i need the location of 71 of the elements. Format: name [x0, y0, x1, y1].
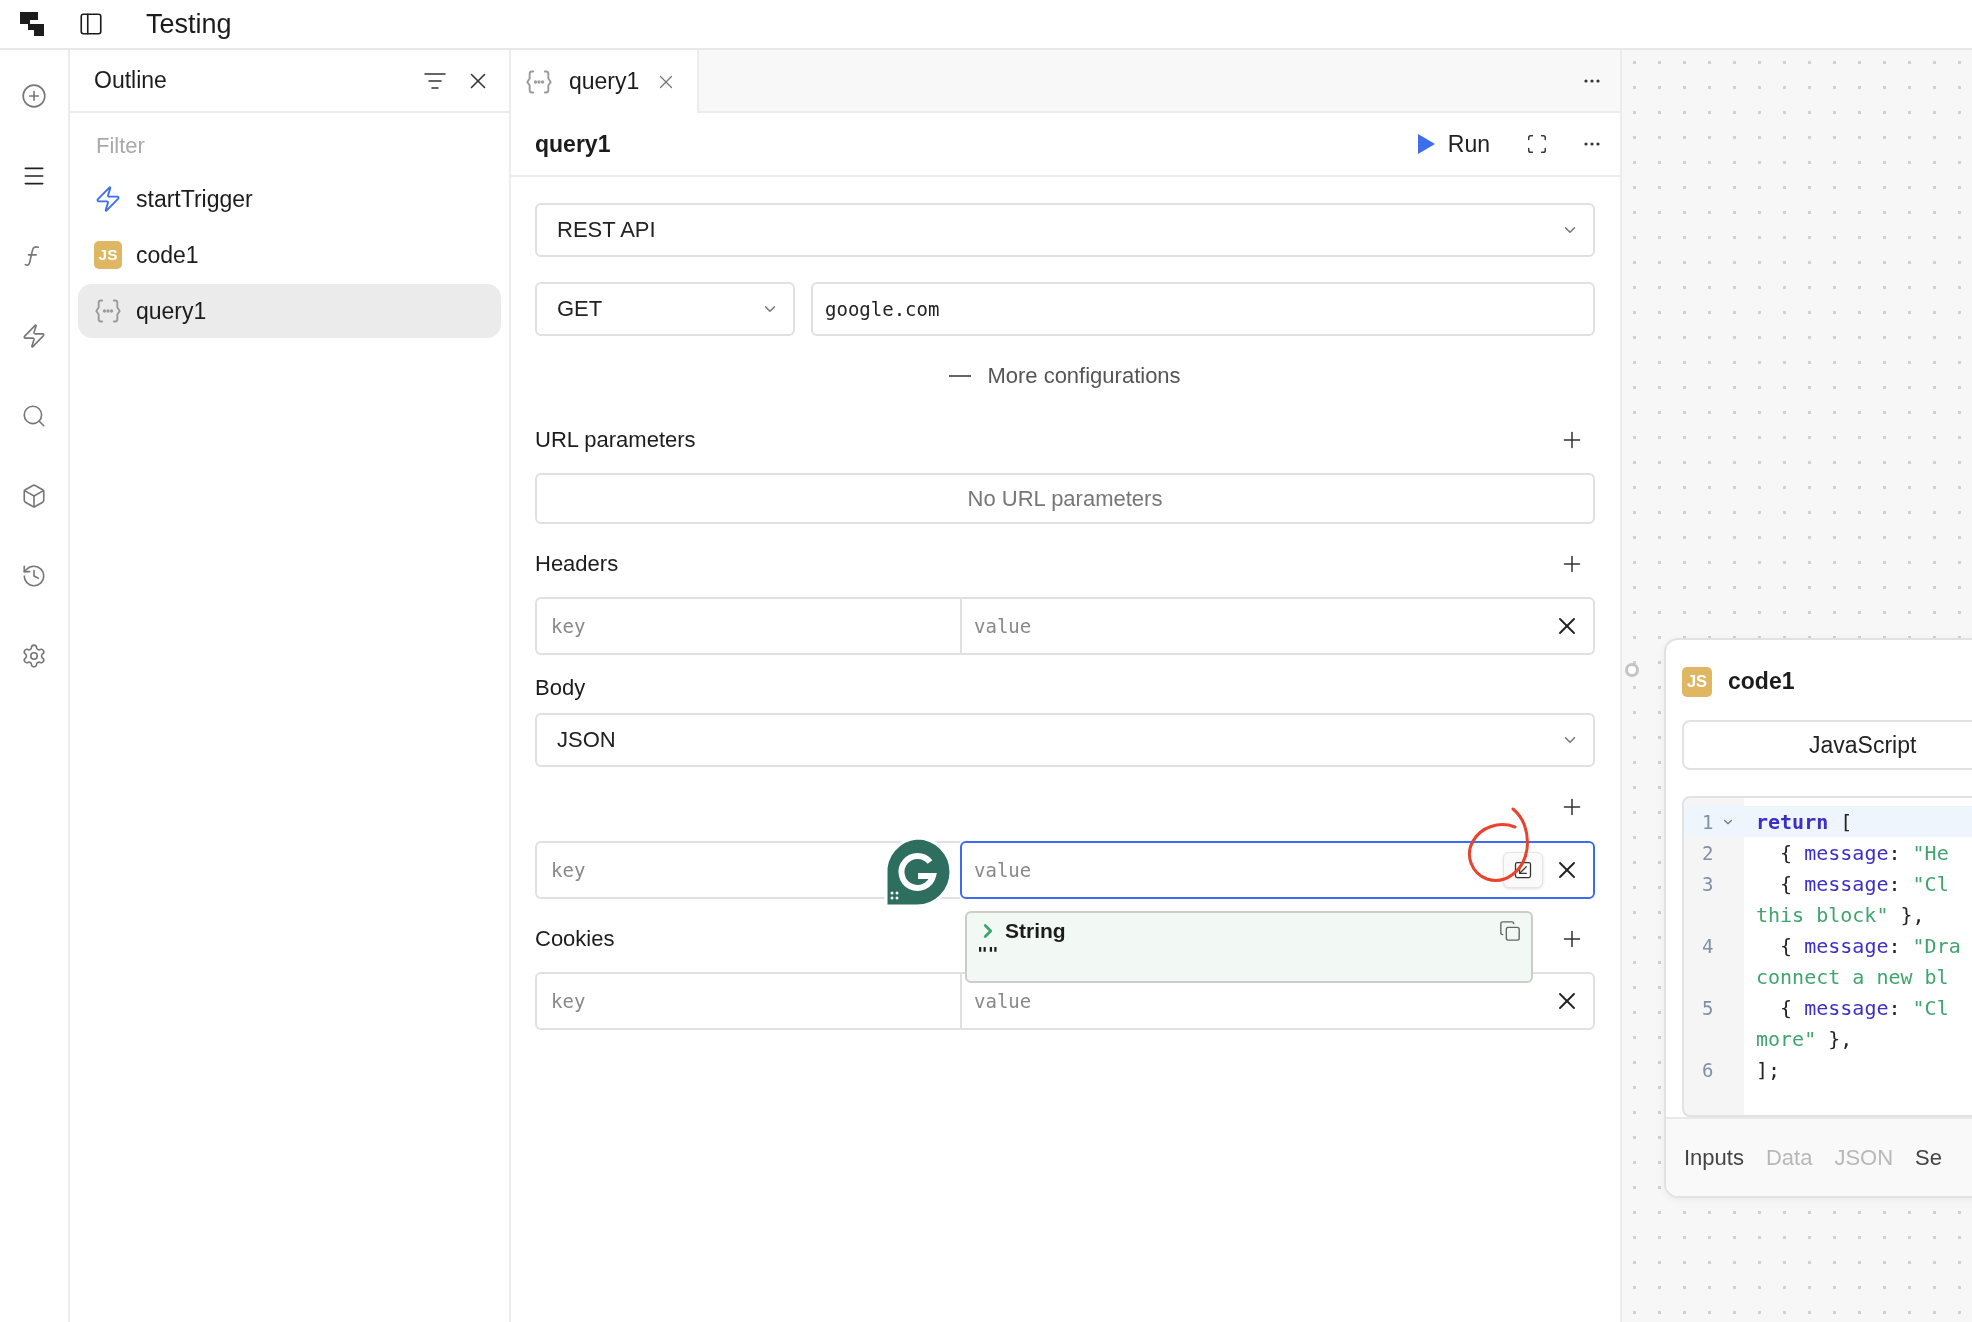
- outline-item[interactable]: JS code1: [78, 228, 501, 282]
- sidebar-toggle-icon[interactable]: [78, 11, 104, 37]
- line-number: 3: [1702, 872, 1714, 895]
- line-number: 2: [1702, 841, 1714, 864]
- js-badge: JS: [1682, 667, 1712, 697]
- query-title: query1: [535, 130, 612, 158]
- card-title: code1: [1728, 668, 1795, 696]
- more-configurations-button[interactable]: More configurations: [535, 336, 1595, 416]
- search-icon: [21, 403, 47, 429]
- code-line: { message: "Cl: [1779, 871, 1949, 896]
- section-label: Headers: [535, 551, 619, 577]
- fullscreen-icon: [1526, 133, 1548, 155]
- code-line: more" },: [1755, 1026, 1853, 1051]
- code-line: { message: "Dra: [1779, 933, 1961, 958]
- value-type: String: [1005, 919, 1067, 943]
- panel-title: Outline: [94, 67, 168, 94]
- code-line: return [: [1755, 809, 1853, 834]
- add-icon: [21, 83, 47, 109]
- section-label: Body: [535, 675, 586, 701]
- url-field[interactable]: google.com: [811, 282, 1595, 336]
- code-line: ];: [1755, 1057, 1781, 1082]
- code-line: connect a new bl: [1755, 964, 1949, 989]
- play-icon: [1415, 133, 1436, 155]
- minus-icon: [949, 375, 972, 377]
- item-label: code1: [136, 241, 199, 269]
- editor-tab[interactable]: query1: [511, 50, 700, 113]
- code-line: { message: "Cl: [1779, 995, 1949, 1020]
- empty-message: No URL parameters: [535, 473, 1595, 524]
- outline-item[interactable]: startTrigger: [78, 172, 501, 226]
- filter-field[interactable]: Filter: [94, 127, 501, 165]
- item-label: startTrigger: [136, 185, 253, 213]
- fullscreen-button[interactable]: [1526, 133, 1548, 155]
- history-icon: [21, 563, 47, 589]
- copy-button[interactable]: [1499, 920, 1521, 942]
- body-type-select[interactable]: JSON: [535, 713, 1595, 767]
- outline-item[interactable]: query1: [78, 284, 501, 338]
- method-select[interactable]: GET: [535, 282, 795, 336]
- language-select[interactable]: JavaScript: [1682, 720, 1972, 771]
- item-label: query1: [136, 297, 207, 325]
- key-field[interactable]: key: [535, 597, 960, 655]
- key-field[interactable]: key: [535, 841, 960, 899]
- app-title: Testing: [146, 8, 232, 40]
- tab-label: query1: [569, 68, 640, 95]
- line-number: 5: [1702, 996, 1714, 1019]
- code-editor[interactable]: 1 return [ 2 { message: "He 3 { message: "Cl this block" }, 4 { message: "Dra connect a new bl 5 { message: "Cl more" }, 6 ];: [1682, 796, 1972, 1118]
- expand-button[interactable]: [1503, 852, 1543, 888]
- line-number: 4: [1702, 934, 1714, 957]
- braces-icon: [94, 297, 122, 325]
- resource-select[interactable]: REST API: [535, 203, 1595, 257]
- run-button[interactable]: Run: [1415, 130, 1490, 158]
- cube-icon: [21, 483, 47, 509]
- js-badge: JS: [94, 241, 122, 269]
- card-tab[interactable]: Inputs: [1684, 1144, 1744, 1171]
- more-icon: [1584, 78, 1600, 83]
- line-number: 1: [1702, 810, 1714, 833]
- line-number: 6: [1702, 1058, 1714, 1081]
- value-preview: "": [977, 943, 999, 964]
- settings-icon: [21, 643, 47, 669]
- lightning-icon: [94, 185, 122, 213]
- section-label: Cookies: [535, 926, 615, 952]
- more-button[interactable]: [1584, 142, 1600, 146]
- more-icon: [1584, 142, 1600, 146]
- lightning-icon: [21, 323, 47, 349]
- expand-icon: [1513, 860, 1533, 880]
- key-field[interactable]: key: [535, 972, 960, 1030]
- section-label: URL parameters: [535, 427, 696, 453]
- copy-icon: [1499, 920, 1521, 942]
- code-line: { message: "He: [1779, 840, 1949, 865]
- code-line: this block" },: [1755, 902, 1925, 927]
- value-field[interactable]: value: [960, 841, 1595, 899]
- card-tab[interactable]: Se: [1915, 1144, 1943, 1171]
